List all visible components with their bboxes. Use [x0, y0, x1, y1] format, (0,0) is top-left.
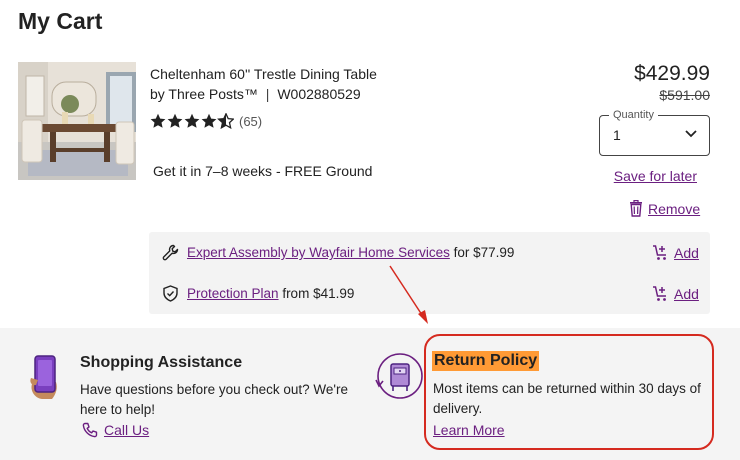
call-us-button[interactable]: Call Us — [82, 422, 149, 438]
rating-stars[interactable]: (65) — [150, 113, 262, 129]
service-row-assembly: Expert Assembly by Wayfair Home Services… — [162, 244, 514, 261]
product-image[interactable] — [18, 62, 136, 180]
trash-icon — [630, 200, 642, 217]
original-price: $591.00 — [659, 87, 710, 103]
chevron-down-icon — [685, 130, 697, 138]
return-furniture-icon — [375, 353, 423, 399]
wrench-icon — [162, 244, 179, 261]
expert-assembly-link[interactable]: Expert Assembly by Wayfair Home Services — [187, 245, 450, 260]
phone-icon — [82, 422, 98, 438]
cart-add-icon — [653, 286, 666, 301]
product-name[interactable]: Cheltenham 60'' Trestle Dining Table — [150, 64, 377, 84]
shield-check-icon — [163, 285, 178, 302]
phone-in-hand-icon — [30, 355, 57, 399]
return-policy-title: Return Policy — [432, 351, 540, 371]
remove-label[interactable]: Remove — [648, 201, 700, 217]
sale-price: $429.99 — [634, 62, 710, 85]
product-brand-line: by Three Posts™ | W002880529 — [150, 84, 361, 104]
page-title: My Cart — [18, 8, 103, 34]
quantity-value: 1 — [613, 127, 621, 143]
save-for-later-link[interactable]: Save for later — [614, 168, 697, 184]
expert-assembly-price: for $77.99 — [449, 245, 515, 260]
shipping-info: Get it in 7–8 weeks - FREE Ground — [153, 163, 373, 179]
star-rating-icon — [150, 113, 234, 129]
protection-plan-link[interactable]: Protection Plan — [187, 286, 279, 301]
annotation-arrow-icon — [389, 265, 428, 324]
sku-separator: | — [265, 86, 270, 102]
call-us-label[interactable]: Call Us — [104, 422, 149, 438]
return-policy-text: Most items can be returned within 30 day… — [433, 381, 701, 416]
learn-more-link[interactable]: Learn More — [433, 422, 505, 438]
service-row-protection: Protection Plan from $41.99 — [162, 285, 354, 302]
quantity-label: Quantity — [609, 109, 658, 121]
add-protection-label[interactable]: Add — [674, 286, 699, 302]
remove-button[interactable]: Remove — [628, 200, 700, 217]
dining-room-photo — [18, 62, 136, 180]
add-assembly-label[interactable]: Add — [674, 245, 699, 261]
add-protection-button[interactable]: Add — [652, 285, 699, 302]
protection-plan-price: from $41.99 — [278, 286, 355, 301]
sku: W002880529 — [277, 86, 361, 102]
add-assembly-button[interactable]: Add — [652, 244, 699, 261]
shopping-assistance-title: Shopping Assistance — [80, 354, 243, 371]
shopping-assistance-text: Have questions before you check out? We'… — [80, 382, 348, 417]
brand-name[interactable]: by Three Posts™ — [150, 86, 258, 102]
cart-add-icon — [653, 245, 666, 260]
review-count: (65) — [239, 113, 263, 129]
